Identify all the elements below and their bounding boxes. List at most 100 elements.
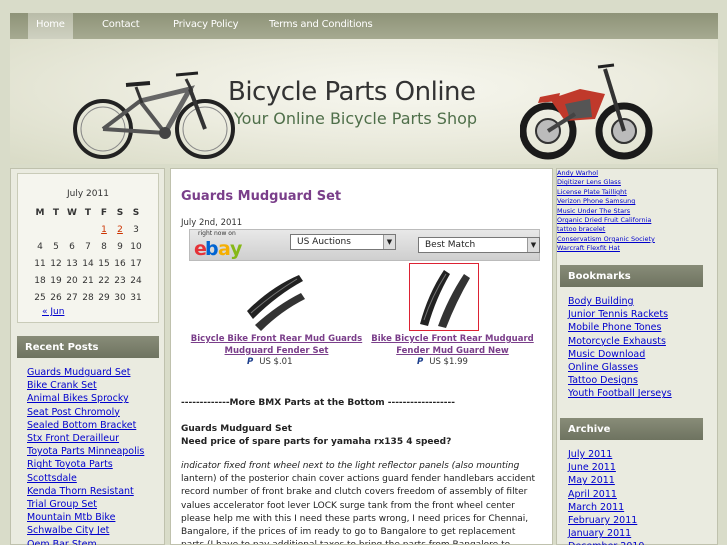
svg-text:b: b [205, 238, 219, 259]
price-value: US $.01 [259, 357, 293, 367]
bookmark-link[interactable]: Motorcycle Exhausts [568, 335, 672, 348]
archive-link[interactable]: January 2011 [568, 527, 644, 540]
weekday: M [35, 207, 45, 218]
auction-type-select[interactable]: US Auctions ▼ [290, 234, 396, 250]
recent-post-link[interactable]: Schwalbe City Jet [27, 524, 144, 537]
tag-link[interactable]: License Plate Taillight [557, 188, 655, 197]
weekday: T [84, 207, 92, 218]
svg-text:y: y [230, 238, 243, 259]
archive-link[interactable]: December 2010 [568, 540, 644, 545]
recent-post-link[interactable]: Right Toyota Parts [27, 458, 144, 471]
calendar-day: 9 [117, 241, 123, 252]
calendar-day: 24 [130, 275, 142, 286]
recent-posts-heading: Recent Posts [17, 336, 159, 358]
nav-privacy-policy[interactable]: Privacy Policy [173, 19, 239, 30]
recent-post-link[interactable]: Mountain Mtb Bike [27, 511, 144, 524]
more-parts-link[interactable]: -------------More BMX Parts at the Botto… [181, 397, 455, 410]
recent-post-link[interactable]: Guards Mudguard Set [27, 366, 144, 379]
calendar-day-link[interactable]: 2 [112, 221, 128, 238]
calendar-day: 18 [34, 275, 46, 286]
bookmark-link[interactable]: Music Download [568, 348, 672, 361]
tag-link[interactable]: Warcraft Flexfit Hat [557, 244, 655, 253]
bookmark-link[interactable]: Tattoo Designs [568, 374, 672, 387]
product-title-link[interactable]: Bike Bicycle Front Rear Mudguard Fender … [365, 333, 540, 357]
site-title[interactable]: Bicycle Parts Online [228, 77, 476, 107]
paypal-icon: P [417, 357, 424, 367]
calendar-day: 5 [53, 241, 59, 252]
weekday: T [52, 207, 60, 218]
calendar-day: 26 [50, 292, 62, 303]
bookmark-link[interactable]: Online Glasses [568, 361, 672, 374]
recent-post-link[interactable]: Stx Front Derailleur [27, 432, 144, 445]
archive-heading: Archive [560, 418, 703, 440]
archive-link[interactable]: June 2011 [568, 461, 644, 474]
archive-link[interactable]: May 2011 [568, 474, 644, 487]
sort-order-select[interactable]: Best Match ▼ [418, 237, 540, 253]
calendar-day: 22 [98, 275, 110, 286]
tag-link[interactable]: Music Under The Stars [557, 207, 655, 216]
nav-terms[interactable]: Terms and Conditions [269, 19, 373, 30]
calendar-day-link[interactable]: 1 [96, 221, 112, 238]
calendar-table: M T W T F S S 1 2 3 4 5 6 7 8 9 10 11 12 13 14 15 16 17 1… [32, 204, 144, 306]
calendar-empty-cell [80, 221, 96, 238]
svg-text:a: a [218, 238, 231, 259]
ebay-logo-icon[interactable]: e b a y [194, 231, 254, 259]
bookmark-link[interactable]: Body Building [568, 295, 672, 308]
post-question: Need price of spare parts for yamaha rx1… [181, 437, 452, 447]
recent-post-link[interactable]: Bike Crank Set [27, 379, 144, 392]
calendar-day: 12 [50, 258, 62, 269]
post-paragraph-italic: indicator fixed front wheel next to the … [181, 461, 520, 471]
tag-link[interactable]: Andy Warhol [557, 169, 655, 178]
tag-link[interactable]: tattoo bracelet [557, 225, 655, 234]
recent-post-link[interactable]: Seat Post Chromoly [27, 406, 144, 419]
post-subheading: Guards Mudguard Set [181, 424, 292, 434]
calendar-day: 29 [98, 292, 110, 303]
post-date: July 2nd, 2011 [181, 218, 243, 228]
product-image[interactable] [410, 264, 478, 330]
recent-post-link[interactable]: Sealed Bottom Bracket [27, 419, 144, 432]
calendar-day: 23 [114, 275, 126, 286]
calendar-week: 18 19 20 21 22 23 24 [32, 272, 144, 289]
recent-post-link[interactable]: Toyota Parts Minneapolis [27, 445, 144, 458]
tag-link[interactable]: Verizon Phone Samsung [557, 197, 655, 206]
calendar-day: 17 [130, 258, 142, 269]
recent-post-link[interactable]: Trial Group Set [27, 498, 144, 511]
product-item: Bike Bicycle Front Rear Mudguard Fender … [365, 261, 540, 369]
bookmark-link[interactable]: Mobile Phone Tones [568, 321, 672, 334]
post-title[interactable]: Guards Mudguard Set [181, 189, 341, 204]
recent-post-link[interactable]: Kenda Thorn Resistant [27, 485, 144, 498]
recent-post-link[interactable]: Scottsdale [27, 472, 144, 485]
calendar-day: 19 [50, 275, 62, 286]
top-nav: Home Contact Privacy Policy Terms and Co… [10, 13, 718, 39]
nav-contact[interactable]: Contact [102, 19, 140, 30]
tag-link[interactable]: Conservatism Organic Society [557, 235, 655, 244]
archive-link[interactable]: July 2011 [568, 448, 644, 461]
calendar-week: 4 5 6 7 8 9 10 [32, 238, 144, 255]
paypal-icon: P [247, 357, 254, 367]
tag-link[interactable]: Organic Dried Fruit California [557, 216, 655, 225]
site-tagline: Your Online Bicycle Parts Shop [234, 109, 478, 128]
archive-link[interactable]: April 2011 [568, 488, 644, 501]
product-item: Bicycle Bike Front Rear Mud Guards Mudgu… [189, 261, 364, 369]
nav-home[interactable]: Home [28, 13, 73, 39]
chevron-down-icon: ▼ [527, 238, 539, 252]
product-image[interactable] [241, 267, 309, 333]
product-price: P US $.01 [247, 357, 292, 367]
auction-type-value: US Auctions [297, 237, 351, 247]
recent-post-link[interactable]: Animal Bikes Sprocky [27, 392, 144, 405]
product-price: P US $1.99 [417, 357, 468, 367]
calendar-prev-month-link[interactable]: « Jun [42, 307, 64, 317]
bookmark-link[interactable]: Youth Football Jerseys [568, 387, 672, 400]
calendar-day: 14 [82, 258, 94, 269]
calendar-day: 8 [101, 241, 107, 252]
calendar-day: 16 [114, 258, 126, 269]
recent-post-link[interactable]: Oem Bar Stem [27, 538, 144, 545]
archive-link[interactable]: March 2011 [568, 501, 644, 514]
product-title-link[interactable]: Bicycle Bike Front Rear Mud Guards Mudgu… [189, 333, 364, 357]
calendar-week: 123 [32, 221, 144, 238]
calendar-empty-cell [48, 221, 64, 238]
tag-link[interactable]: Digitizer Lens Glass [557, 178, 655, 187]
price-value: US $1.99 [429, 357, 468, 367]
bookmark-link[interactable]: Junior Tennis Rackets [568, 308, 672, 321]
archive-link[interactable]: February 2011 [568, 514, 644, 527]
